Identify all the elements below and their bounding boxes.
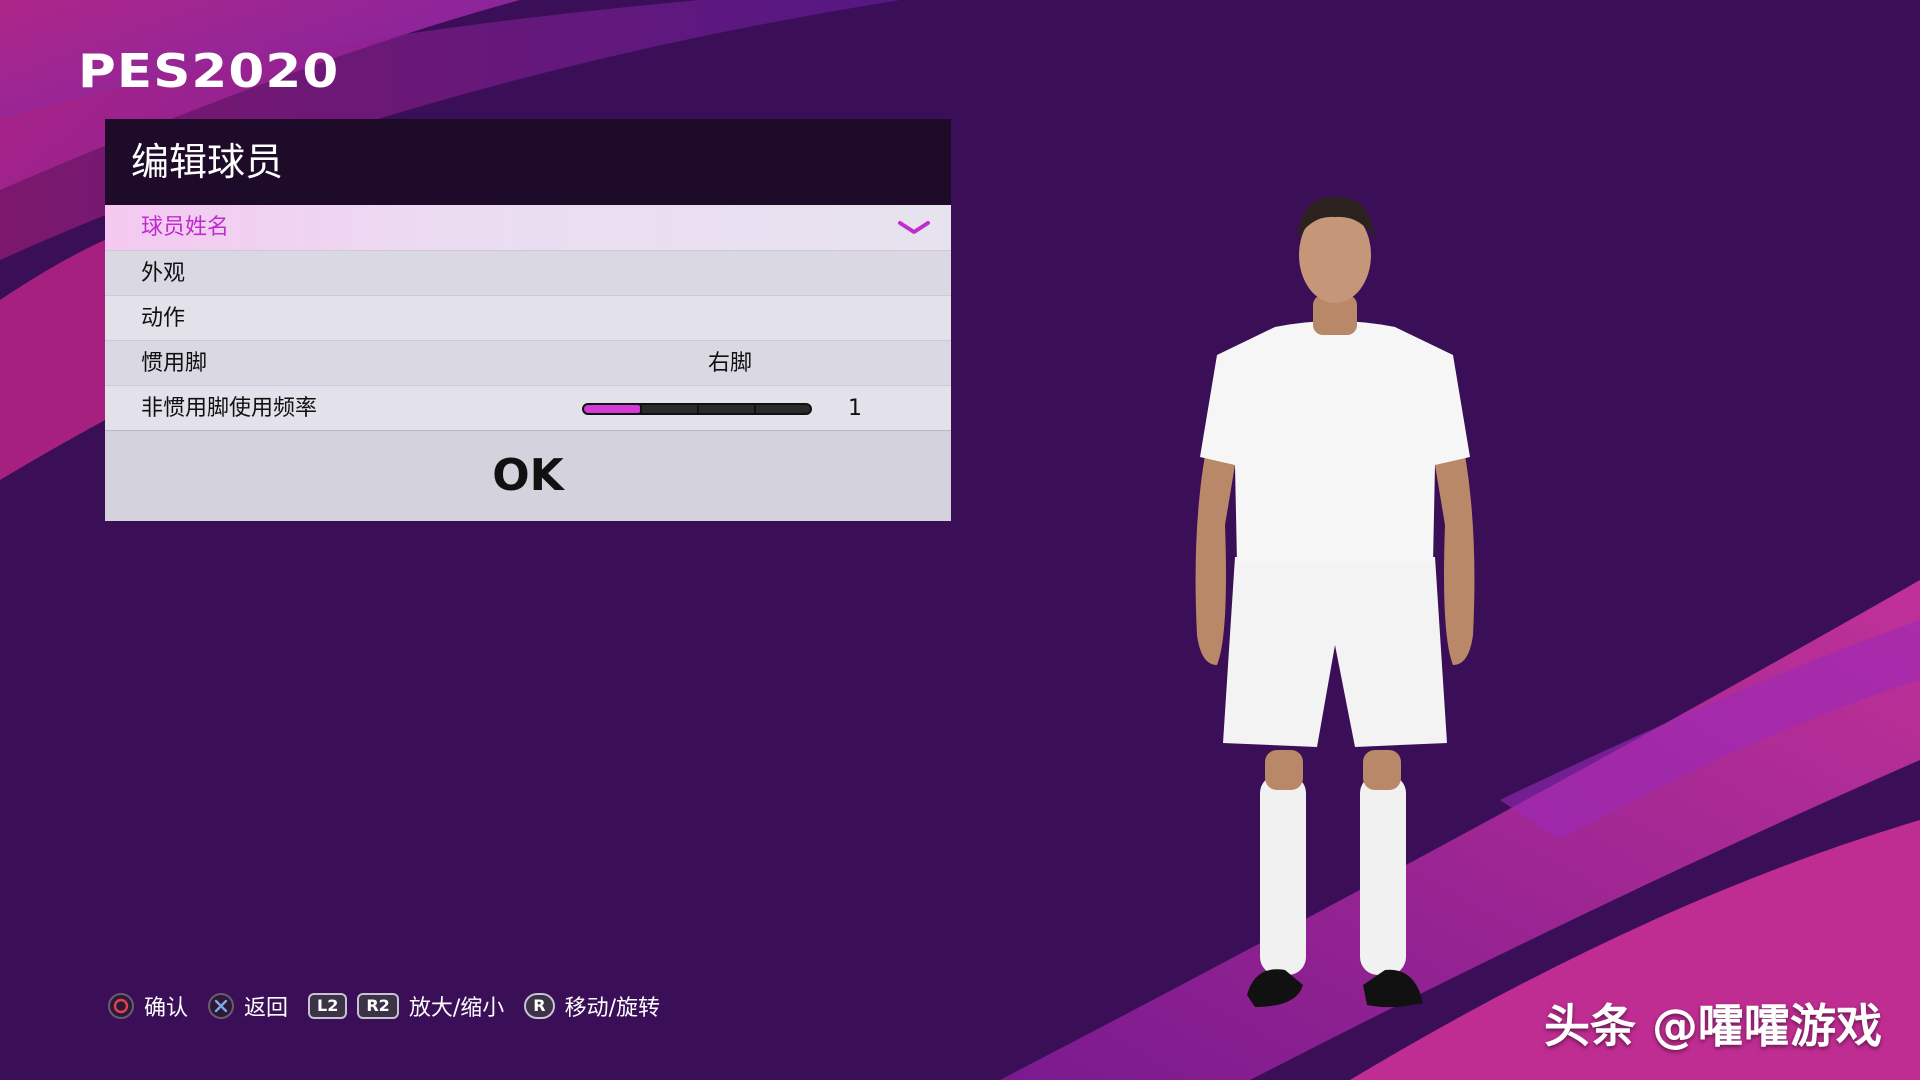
move-rotate-label: 移动/旋转 [564, 996, 660, 1021]
menu-item-label: 惯用脚 [141, 351, 208, 376]
preferred-foot-value: 右脚 [708, 351, 753, 376]
menu-item-label: 非惯用脚使用频率 [141, 396, 318, 421]
controls-hint-bar: 确认 返回 L2 R2 放大/缩小 R 移动/旋转 [108, 990, 680, 1022]
bar-divider [754, 405, 756, 413]
weak-foot-usage-value: 1 [848, 396, 862, 421]
menu-item-label: 外观 [141, 261, 186, 286]
back-label: 返回 [244, 996, 289, 1021]
menu-item-preferred-foot[interactable]: 惯用脚 右脚 [105, 340, 951, 385]
edit-player-panel: 编辑球员 球员姓名 外观 动作 惯用脚 右脚 非惯用脚使用频率 1 OK [105, 119, 951, 521]
ok-area: OK [105, 430, 951, 521]
ok-button[interactable]: OK [492, 431, 564, 521]
menu-item-motion[interactable]: 动作 [105, 295, 951, 340]
confirm-label: 确认 [144, 996, 189, 1021]
menu-item-label: 球员姓名 [141, 215, 230, 240]
bar-divider [697, 405, 699, 413]
l2-button-icon: L2 [308, 993, 348, 1019]
bar-divider [640, 405, 642, 413]
player-model [1195, 196, 1475, 1008]
menu-item-label: 动作 [141, 306, 186, 331]
menu-item-appearance[interactable]: 外观 [105, 250, 951, 295]
chevron-down-icon [898, 221, 930, 234]
menu-item-player-name[interactable]: 球员姓名 [105, 205, 951, 250]
r-stick-button-icon: R [524, 993, 555, 1019]
r2-button-icon: R2 [357, 993, 399, 1019]
panel-title: 编辑球员 [105, 119, 951, 205]
watermark: 头条 @嚯嚯游戏 [1543, 999, 1882, 1053]
menu-item-weak-foot-usage[interactable]: 非惯用脚使用频率 1 [105, 385, 951, 430]
circle-button-icon [108, 993, 134, 1019]
weak-foot-usage-bar[interactable] [582, 403, 812, 415]
zoom-label: 放大/缩小 [408, 996, 505, 1021]
game-logo: PES2020 [78, 44, 340, 98]
weak-foot-usage-fill [584, 405, 641, 413]
cross-button-icon [208, 993, 235, 1019]
